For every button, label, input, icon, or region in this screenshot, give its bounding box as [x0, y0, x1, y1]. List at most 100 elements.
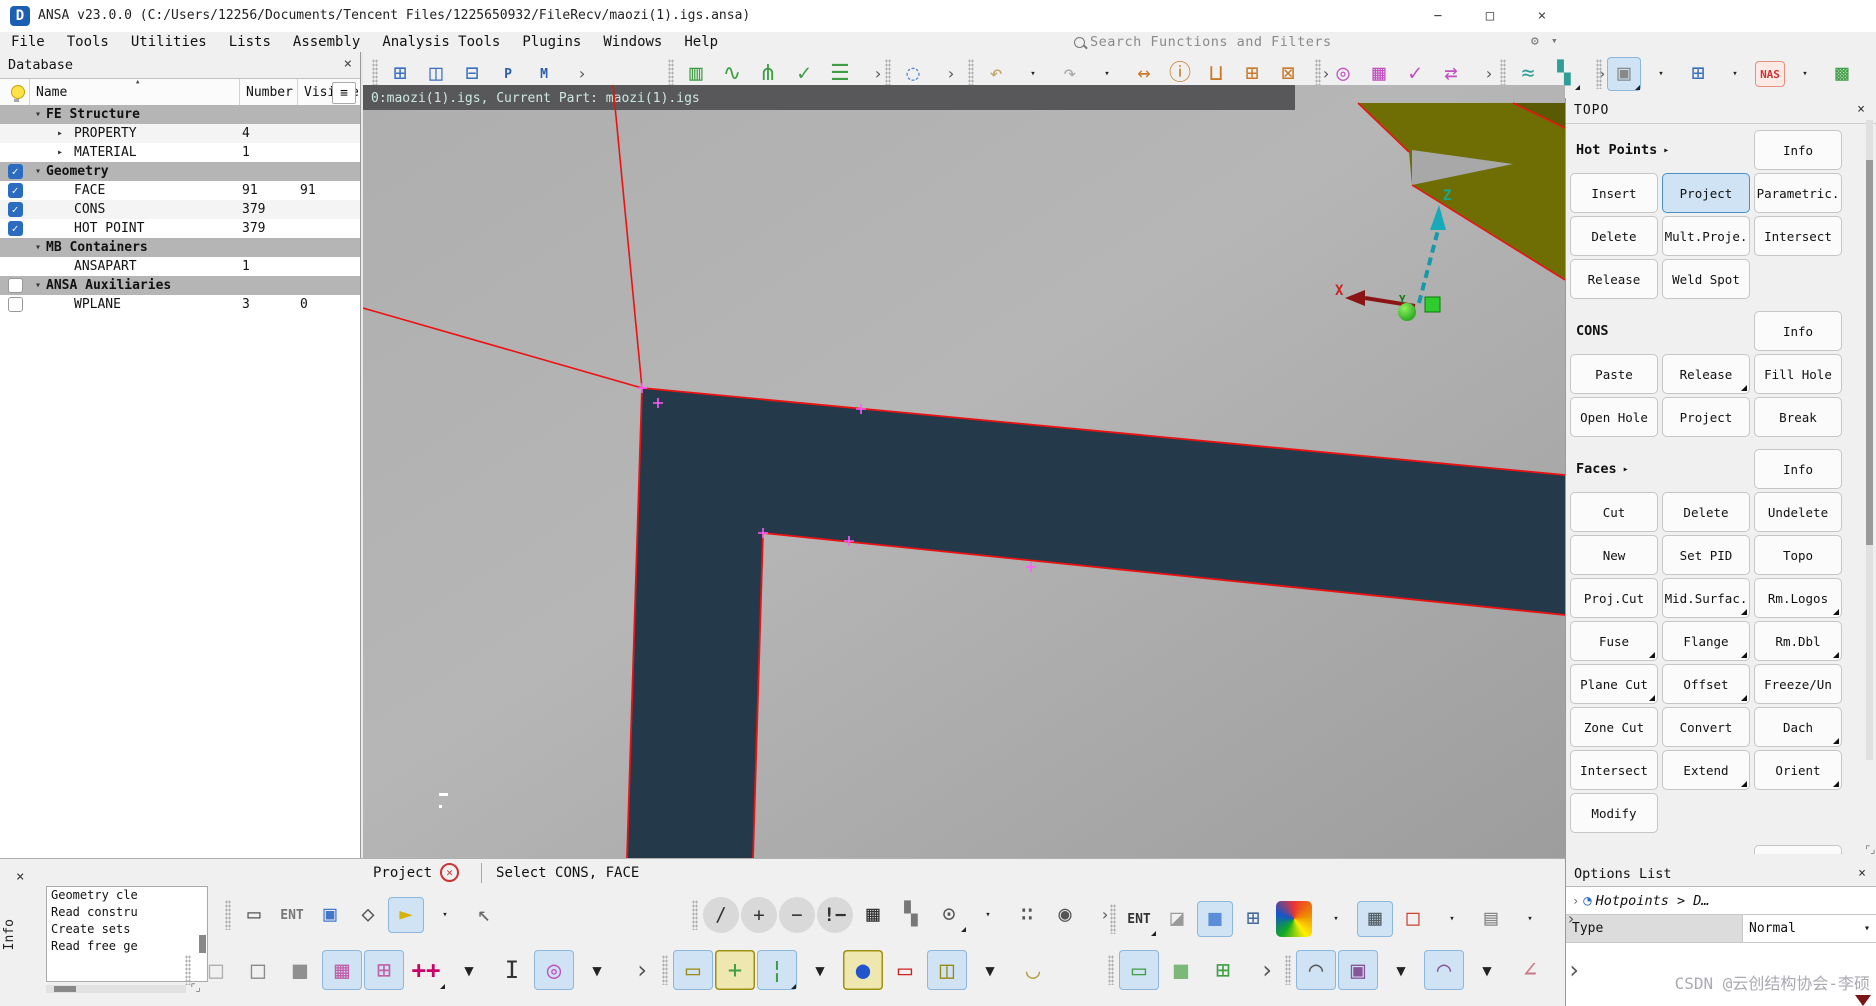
search-gear-icon[interactable]: ⚙ — [1531, 34, 1539, 49]
section-faces[interactable]: Faces ▸ — [1570, 449, 1750, 489]
topo-button[interactable]: Topo — [1754, 535, 1842, 575]
minimize-button[interactable]: − — [1415, 0, 1461, 31]
resize-corner-icon[interactable] — [1855, 995, 1871, 1006]
arc-visibility-icon[interactable]: ◠ — [1424, 950, 1464, 990]
select-marquee-icon[interactable]: ▭ — [236, 897, 272, 933]
hot-points-info-button[interactable]: Info — [1754, 130, 1842, 170]
visibility-not-icon[interactable]: !− — [817, 897, 853, 933]
contour-chevron-icon[interactable]: ▾ — [1318, 901, 1354, 937]
tree-row-ansapart[interactable]: ANSAPART 1 — [0, 257, 360, 276]
rm-logos-button[interactable]: Rm.Logos — [1754, 578, 1842, 618]
expand-corner-icon[interactable]: ⌜⌟ — [1865, 843, 1876, 856]
paste-button[interactable]: Paste — [1570, 354, 1658, 394]
wireframe-table-icon[interactable]: ⊞ — [1681, 57, 1715, 91]
tree-row-material[interactable]: ▸ MATERIAL 1 — [0, 143, 360, 162]
type-dropdown[interactable]: Normal ▾ — [1743, 915, 1876, 942]
section-cons[interactable]: CONS — [1570, 311, 1750, 351]
fill-hole-button[interactable]: Fill Hole — [1754, 354, 1842, 394]
tree-row-cons[interactable]: ✓ CONS 379 — [0, 200, 360, 219]
shaded-view-icon[interactable]: ■ — [1197, 901, 1233, 937]
drag-handle[interactable] — [225, 900, 231, 930]
project-button[interactable]: Project — [1662, 397, 1750, 437]
plane-cut-button[interactable]: Plane Cut — [1570, 664, 1658, 704]
nas-format-icon[interactable]: NAS — [1755, 61, 1785, 87]
mult-proje--button[interactable]: Mult.Proje. — [1662, 216, 1750, 256]
menu-utilities[interactable]: Utilities — [120, 34, 218, 50]
ent-mode-icon[interactable]: ENT — [1121, 901, 1157, 937]
pid-face-icon[interactable]: ▩ — [1825, 57, 1859, 91]
visibility-checkbox[interactable]: ✓ — [7, 202, 23, 217]
point-chevron-icon[interactable]: ▾ — [1381, 950, 1421, 990]
flashlight-chevron-icon[interactable]: ▾ — [427, 897, 463, 933]
drag-handle[interactable] — [1285, 955, 1291, 985]
more-chevron-icon[interactable]: › — [1553, 901, 1589, 937]
face-chevron-icon[interactable]: ▾ — [800, 950, 840, 990]
nas-chevron-icon[interactable]: ▾ — [1788, 57, 1822, 91]
database-close-icon[interactable]: × — [344, 56, 352, 72]
vertex-cube-icon[interactable]: □ — [196, 950, 236, 990]
tree-row-ansa-auxiliaries[interactable]: ▾ ANSA Auxiliaries — [0, 276, 360, 295]
search-input[interactable]: Search Functions and Filters — [1072, 33, 1532, 51]
grid-mixed-icon[interactable]: ▚ — [893, 897, 929, 933]
more-chevron-icon[interactable]: › — [1554, 950, 1594, 990]
mid-surfac--button[interactable]: Mid.Surfac. — [1662, 578, 1750, 618]
drag-handle[interactable] — [1110, 904, 1116, 934]
morph-chevron-icon[interactable]: ▾ — [1512, 901, 1548, 937]
menu-assembly[interactable]: Assembly — [282, 34, 371, 50]
set-pid-button[interactable]: Set PID — [1662, 535, 1750, 575]
more-chevron-icon[interactable]: › — [622, 950, 662, 990]
section-surfaces[interactable]: Surfaces▸ — [1570, 845, 1750, 854]
erase-cube-icon[interactable]: □ — [1395, 901, 1431, 937]
topo-scrollbar[interactable] — [1866, 120, 1873, 760]
collapse-chevron-icon[interactable]: ▾ — [30, 166, 46, 177]
expand-chevron-icon[interactable]: ▸ — [52, 128, 68, 139]
beam-section-icon[interactable]: I — [492, 950, 532, 990]
geom-toggle-icon[interactable]: ▭ — [1119, 950, 1159, 990]
tree-row-geometry[interactable]: ✓ ▾ Geometry — [0, 162, 360, 181]
wire-cube-icon[interactable]: □ — [238, 950, 278, 990]
viewport-3d[interactable]: 0:maozi(1).igs, Current Part: maozi(1).i… — [363, 85, 1565, 858]
info-close-icon[interactable]: × — [16, 869, 24, 885]
undelete-button[interactable]: Undelete — [1754, 492, 1842, 532]
half-shade-icon[interactable]: ◪ — [1159, 901, 1195, 937]
surfaces-info-button[interactable]: Info — [1754, 845, 1842, 854]
geometry-grid-icon[interactable]: ⊞ — [364, 950, 404, 990]
maximize-button[interactable]: □ — [1467, 0, 1513, 31]
pid-table-icon[interactable]: ⊞ — [1235, 901, 1271, 937]
break-button[interactable]: Break — [1754, 397, 1842, 437]
draw-style-icon[interactable]: ▣ — [1607, 57, 1641, 91]
cons-info-button[interactable]: Info — [1754, 311, 1842, 351]
wireframe-chevron-icon[interactable]: ▾ — [1718, 57, 1752, 91]
column-number[interactable]: Number — [240, 79, 298, 105]
geom-target-icon[interactable]: ⊞ — [1203, 950, 1243, 990]
menu-tools[interactable]: Tools — [56, 34, 120, 50]
tree-row-hot-point[interactable]: ✓ HOT POINT 379 — [0, 219, 360, 238]
project-button[interactable]: Project — [1662, 173, 1750, 213]
geometry-wire-icon[interactable]: ▦ — [322, 950, 362, 990]
offset-button[interactable]: Offset — [1662, 664, 1750, 704]
curve-visibility-icon[interactable]: ◠ — [1296, 950, 1336, 990]
fuse-button[interactable]: Fuse — [1570, 621, 1658, 661]
weld-spot-button[interactable]: Weld Spot — [1662, 259, 1750, 299]
release-button[interactable]: Release — [1662, 354, 1750, 394]
options-breadcrumb-row[interactable]: › ◔ Hotpoints > D… — [1566, 887, 1876, 915]
select-entity-icon[interactable]: ENT — [274, 897, 310, 933]
visibility-checkbox[interactable]: ✓ — [7, 183, 23, 198]
visibility-checkbox[interactable]: ✓ — [7, 221, 23, 236]
visibility-slash-icon[interactable]: ∕ — [703, 897, 739, 933]
dach-button[interactable]: Dach — [1754, 707, 1842, 747]
topo-close-icon[interactable]: × — [1857, 102, 1866, 117]
contour-cube-icon[interactable] — [1276, 901, 1312, 937]
close-button[interactable]: × — [1519, 0, 1565, 31]
grid-all-icon[interactable]: ▦ — [855, 897, 891, 933]
section-hot-points[interactable]: Hot Points ▸ — [1570, 130, 1750, 170]
freeze-un-button[interactable]: Freeze/Un — [1754, 664, 1842, 704]
face-midline-icon[interactable]: ¦ — [757, 950, 797, 990]
expand-neighbours-icon[interactable]: ∷ — [1009, 897, 1045, 933]
collapse-chevron-icon[interactable]: ▾ — [30, 109, 46, 120]
menu-analysis-tools[interactable]: Analysis Tools — [371, 34, 511, 50]
extend-button[interactable]: Extend — [1662, 750, 1750, 790]
visibility-checkbox[interactable] — [7, 297, 23, 312]
release-button[interactable]: Release — [1570, 259, 1658, 299]
column-name[interactable]: Name ▴ — [30, 77, 240, 105]
